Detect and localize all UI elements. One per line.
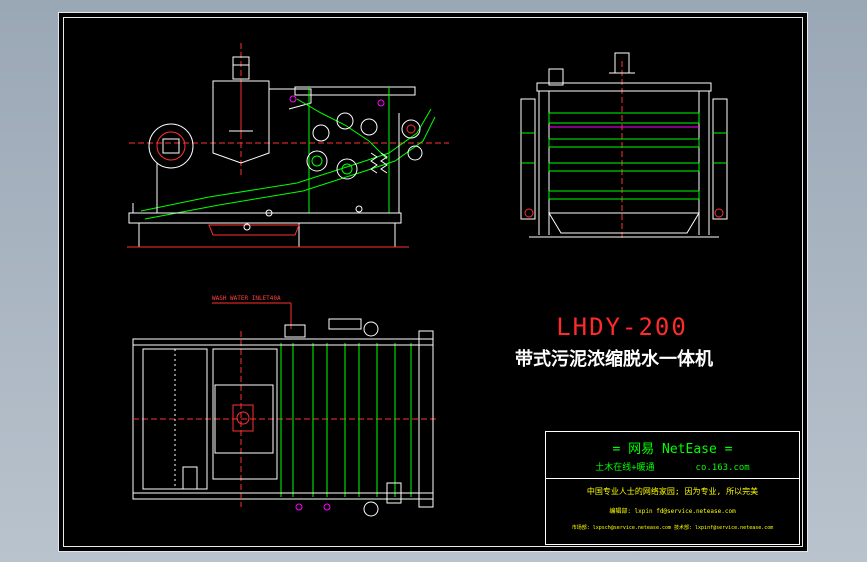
title-block-brand: = 网易 NetEase = (612, 442, 733, 457)
title-block-editor: 编辑部: lxpin fd@service.netease.com (609, 508, 736, 515)
side-elevation-view (127, 43, 449, 248)
title-block: = 网易 NetEase = 土木在线+暖通 co.163.com 中国专业人士… (545, 431, 800, 545)
drawing-sheet: WASH WATER INLET40A LHDY-200 带式污泥浓缩脱水一体机… (58, 12, 808, 552)
title-block-slogan: 中国专业人士的网络家园; 因为专业, 所以完美 (586, 487, 759, 496)
machine-name-title: 带式污泥浓缩脱水一体机 (515, 349, 713, 370)
title-block-site-domain: co.163.com (695, 463, 750, 473)
end-elevation-view (520, 52, 728, 239)
title-block-divider (546, 478, 799, 479)
model-title: LHDY-200 (556, 313, 688, 341)
plan-view (132, 302, 439, 517)
title-block-site: 土木在线+暖通 co.163.com (546, 460, 799, 473)
title-block-contacts: 市场部: lxpsch@service.netease.com 技术部: lxp… (571, 525, 774, 531)
title-block-site-cn: 土木在线+暖通 (595, 463, 655, 473)
wash-water-inlet-label: WASH WATER INLET40A (212, 295, 281, 302)
